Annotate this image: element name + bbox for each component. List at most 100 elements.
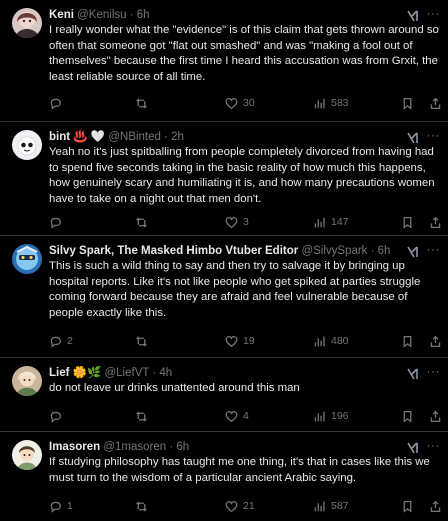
share-button[interactable]: [429, 498, 442, 514]
views-button[interactable]: 583: [313, 95, 349, 111]
repost-button[interactable]: [135, 214, 153, 230]
views-icon: [314, 501, 325, 511]
repost-icon: [136, 501, 147, 511]
bookmark-button[interactable]: [401, 408, 414, 424]
reply-icon: [50, 411, 62, 423]
views-icon: [314, 98, 325, 108]
tweet-text: If studying philosophy has taught me one…: [49, 456, 430, 484]
tweet-2[interactable]: bint ♨️ 🤍 @NBinted · 2h ··· Yeah no it's…: [0, 122, 448, 236]
handle-time[interactable]: @NBinted · 2h: [108, 131, 184, 143]
bookmark-icon: [403, 500, 412, 513]
bookmark-button[interactable]: [401, 333, 414, 349]
action-bar: 3 147: [49, 214, 441, 230]
views-button[interactable]: 480: [313, 333, 349, 349]
reply-icon: [50, 98, 62, 110]
action-bar: 2 19 480: [49, 333, 441, 349]
grok-icon[interactable]: [406, 245, 420, 259]
tweet-header: bint ♨️ 🤍 @NBinted · 2h: [49, 130, 408, 145]
like-count: 30: [243, 97, 255, 109]
like-button[interactable]: 30: [225, 95, 255, 111]
reply-button[interactable]: 1: [49, 498, 73, 514]
avatar[interactable]: [12, 440, 42, 470]
display-name[interactable]: Keni: [49, 9, 74, 21]
repost-button[interactable]: [135, 95, 153, 111]
share-button[interactable]: [429, 214, 442, 230]
bookmark-button[interactable]: [401, 95, 414, 111]
share-button[interactable]: [429, 333, 442, 349]
action-bar: 30 583: [49, 95, 441, 111]
tweet-text: I really wonder what the "evidence" is o…: [49, 24, 439, 83]
handle-time[interactable]: @1masoren · 6h: [103, 441, 189, 453]
reply-button[interactable]: [49, 95, 67, 111]
like-count: 3: [243, 216, 249, 228]
bookmark-icon: [403, 335, 412, 348]
bookmark-button[interactable]: [401, 214, 414, 230]
tweet-text: do not leave ur drinks unattented around…: [49, 382, 300, 394]
display-name[interactable]: Lief 🌼🌿: [49, 367, 101, 379]
grok-icon[interactable]: [406, 131, 420, 145]
like-icon: [225, 500, 238, 512]
bookmark-button[interactable]: [401, 498, 414, 514]
share-icon: [430, 97, 441, 109]
views-button[interactable]: 196: [313, 408, 349, 424]
repost-button[interactable]: [135, 408, 153, 424]
like-icon: [225, 216, 238, 228]
tweet-text: This is such a wild thing to say and the…: [49, 260, 421, 319]
views-icon: [314, 411, 325, 421]
views-icon: [314, 217, 325, 227]
share-icon: [430, 216, 441, 228]
like-icon: [225, 410, 238, 422]
more-icon[interactable]: ···: [427, 243, 441, 255]
views-icon: [314, 336, 325, 346]
like-button[interactable]: 4: [225, 408, 249, 424]
display-name[interactable]: bint ♨️ 🤍: [49, 131, 105, 143]
more-icon[interactable]: ···: [427, 365, 441, 377]
repost-button[interactable]: [135, 498, 153, 514]
like-icon: [225, 335, 238, 347]
reply-button[interactable]: [49, 408, 67, 424]
handle-time[interactable]: @SilvySpark · 6h: [301, 245, 390, 257]
like-button[interactable]: 21: [225, 498, 255, 514]
tweet-header: Keni @Kenilsu · 6h: [49, 8, 408, 23]
share-button[interactable]: [429, 95, 442, 111]
tweet-5[interactable]: Imasoren @1masoren · 6h ··· If studying …: [0, 432, 448, 521]
repost-button[interactable]: [135, 333, 153, 349]
tweet-4[interactable]: Lief 🌼🌿 @LiefVT · 4h ··· do not leave ur…: [0, 358, 448, 432]
like-button[interactable]: 19: [225, 333, 255, 349]
view-count: 147: [331, 216, 349, 228]
grok-icon[interactable]: [406, 9, 420, 23]
action-bar: 4 196: [49, 408, 441, 424]
more-icon[interactable]: ···: [427, 7, 441, 19]
reply-button[interactable]: 2: [49, 333, 73, 349]
share-icon: [430, 500, 441, 512]
reply-count: 2: [67, 335, 73, 347]
display-name[interactable]: Imasoren: [49, 441, 100, 453]
views-button[interactable]: 147: [313, 214, 349, 230]
tweet-3[interactable]: Silvy Spark, The Masked Himbo Vtuber Edi…: [0, 236, 448, 358]
more-icon[interactable]: ···: [427, 129, 441, 141]
tweet-1[interactable]: Keni @Kenilsu · 6h ··· I really wonder w…: [0, 0, 448, 122]
share-icon: [430, 335, 441, 347]
more-icon[interactable]: ···: [427, 439, 441, 451]
bookmark-icon: [403, 97, 412, 110]
like-button[interactable]: 3: [225, 214, 249, 230]
avatar[interactable]: [12, 244, 42, 274]
reply-count: 1: [67, 500, 73, 512]
bookmark-icon: [403, 216, 412, 229]
handle-time[interactable]: @Kenilsu · 6h: [77, 9, 149, 21]
tweet-text: Yeah no it's just spitballing from peopl…: [49, 146, 435, 205]
share-button[interactable]: [429, 408, 442, 424]
reply-icon: [50, 336, 62, 348]
avatar[interactable]: [12, 8, 42, 38]
reply-button[interactable]: [49, 214, 67, 230]
display-name[interactable]: Silvy Spark, The Masked Himbo Vtuber Edi…: [49, 245, 298, 257]
views-button[interactable]: 587: [313, 498, 349, 514]
like-count: 19: [243, 335, 255, 347]
avatar[interactable]: [12, 366, 42, 396]
handle-time[interactable]: @LiefVT · 4h: [104, 367, 172, 379]
view-count: 587: [331, 500, 349, 512]
avatar[interactable]: [12, 130, 42, 160]
grok-icon[interactable]: [406, 367, 420, 381]
grok-icon[interactable]: [406, 441, 420, 455]
tweet-header: Silvy Spark, The Masked Himbo Vtuber Edi…: [49, 244, 408, 259]
